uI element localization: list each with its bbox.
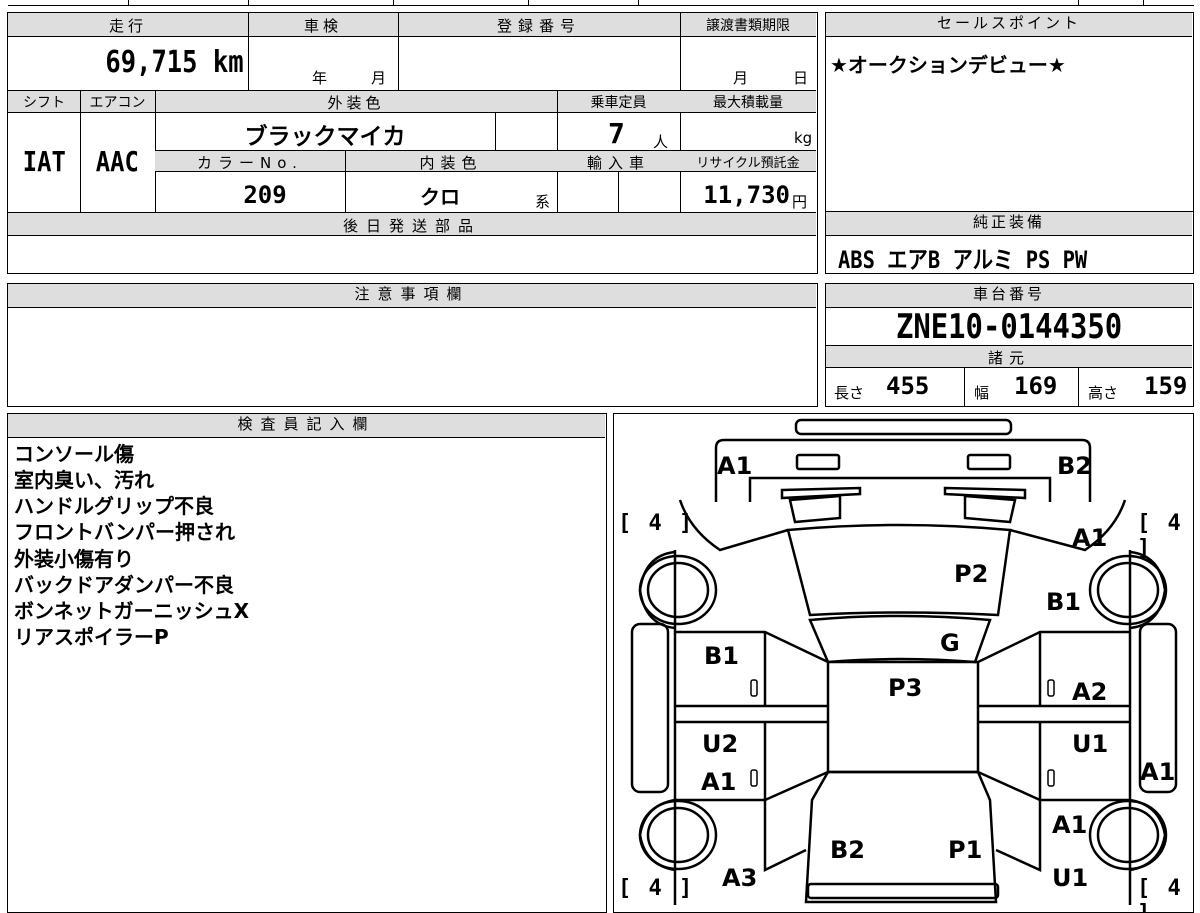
- label-roof: P3: [888, 674, 923, 702]
- shaken-label: 車検: [303, 17, 342, 35]
- exterior-color-value: ブラックマイカ: [244, 124, 406, 150]
- top-strip: [8, 0, 1194, 6]
- color-no-value: 209: [243, 181, 287, 209]
- inspector-line: コンソール傷: [14, 442, 134, 466]
- chassis-number: ZNE10-0144350: [895, 307, 1123, 347]
- chassis-box: 車台番号 ZNE10-0144350 諸元 長さ 455 幅 169 高さ 15…: [825, 283, 1194, 407]
- inspector-line: フロントバンパー押され: [14, 520, 235, 544]
- label-front-bumper-right: B2: [1057, 452, 1092, 480]
- interior-suffix: 系: [535, 193, 551, 211]
- specs-label: 諸元: [987, 349, 1030, 367]
- tire-rear-left: [ 4 ]: [618, 876, 695, 901]
- label-left-rear-door-1: U2: [702, 730, 739, 758]
- sales-point-label: セールスポイント: [826, 13, 1192, 37]
- vehicle-info-table: 走行 車検 登録番号 譲渡書類期限 69,715 km 年 月 月 日 シフト …: [7, 12, 818, 274]
- width-value: 169: [1014, 372, 1058, 400]
- inspector-line: リアスポイラーP: [14, 625, 169, 649]
- label-windshield: G: [940, 629, 960, 657]
- exterior-color-label: 外装色: [327, 94, 385, 112]
- registration-label: 登録番号: [496, 17, 581, 35]
- label-right-rear-door: U1: [1072, 730, 1109, 758]
- capacity-unit: 人: [653, 133, 669, 151]
- label-left-rear-door-2: A1: [701, 768, 737, 796]
- label-hood: P2: [954, 560, 989, 588]
- label-front-bumper-left: A1: [717, 452, 753, 480]
- tire-front-right: [ 4 ]: [1137, 511, 1183, 561]
- car-outline: [630, 418, 1177, 905]
- inspector-line: 外装小傷有り: [14, 547, 134, 571]
- car-diagram-box: [ 4 ] [ 4 ] [ 4 ] [ 4 ] A1 B2 P2 G P3 B2…: [613, 413, 1194, 913]
- max-load-label: 最大積載量: [713, 95, 783, 111]
- capacity-label: 乗車定員: [590, 95, 647, 111]
- shift-label: シフト: [23, 95, 65, 111]
- recycle-label: リサイクル預託金: [696, 156, 800, 171]
- interior-color-label: 内装色: [419, 154, 483, 172]
- mileage-unit: km: [213, 45, 244, 80]
- standard-equipment-label: 純正装備: [826, 212, 1192, 236]
- inspector-box: 検査員記入欄 コンソール傷 室内臭い、汚れ ハンドルグリップ不良 フロントバンパ…: [7, 413, 607, 913]
- import-label: 輸入車: [586, 154, 650, 172]
- deadline-month-unit: 月: [733, 69, 749, 87]
- notes-box: 注意事項欄: [7, 283, 818, 407]
- capacity-value: 7: [608, 117, 625, 150]
- shaken-year-unit: 年: [312, 69, 328, 87]
- label-rear-hatch: P1: [948, 836, 983, 864]
- label-right-rear-quarter-2: U1: [1052, 864, 1089, 892]
- transfer-deadline-label: 譲渡書類期限: [706, 18, 790, 34]
- label-right-front-door: A2: [1072, 678, 1108, 706]
- aircon-label: エアコン: [89, 95, 146, 111]
- aircon-value: AAC: [95, 145, 139, 178]
- label-right-rear-quarter-1: A1: [1052, 811, 1088, 839]
- standard-equipment-items: ABS エアB アルミ PS PW: [838, 246, 1088, 274]
- mileage-number: 69,715: [105, 45, 198, 80]
- color-no-label: カラーNo.: [197, 154, 303, 172]
- length-value: 455: [886, 372, 930, 400]
- inspector-line: 室内臭い、汚れ: [14, 468, 154, 492]
- inspector-line: ハンドルグリップ不良: [14, 494, 214, 518]
- mileage-label: 走行: [108, 17, 147, 35]
- inspector-line: ボンネットガーニッシュX: [14, 599, 250, 623]
- height-value: 159: [1144, 372, 1188, 400]
- interior-color-value: クロ: [420, 185, 460, 209]
- width-label: 幅: [974, 384, 990, 402]
- load-unit: kg: [794, 129, 813, 147]
- recycle-unit: 円: [792, 193, 808, 211]
- standard-equipment-box: 純正装備 ABS エアB アルミ PS PW: [825, 211, 1194, 274]
- label-rear-door-area: B2: [830, 836, 865, 864]
- shift-value: IAT: [22, 145, 66, 178]
- inspector-label: 検査員記入欄: [8, 414, 605, 438]
- deadline-day-unit: 日: [793, 69, 809, 87]
- label-left-front-door: B1: [704, 642, 739, 670]
- sales-point-box: セールスポイント ★オークションデビュー★: [825, 12, 1194, 212]
- recycle-fee-value: 11,730: [703, 181, 790, 209]
- height-label: 高さ: [1088, 384, 1119, 402]
- inspector-line: バックドアダンパー不良: [14, 573, 234, 597]
- notes-label: 注意事項欄: [8, 284, 816, 308]
- length-label: 長さ: [834, 384, 865, 402]
- tire-rear-right: [ 4 ]: [1137, 876, 1183, 912]
- label-right-front-fender-1: A1: [1072, 524, 1108, 552]
- label-right-front-fender-2: B1: [1046, 588, 1081, 616]
- chassis-label: 車台番号: [826, 284, 1192, 308]
- sales-point-text: ★オークションデビュー★: [830, 53, 1066, 77]
- label-left-rear-quarter: A3: [722, 864, 758, 892]
- tire-front-left: [ 4 ]: [618, 511, 695, 536]
- later-parts-label: 後日発送部品: [342, 217, 481, 235]
- shaken-month-unit: 月: [371, 69, 387, 87]
- mileage-value: 69,715 km: [8, 45, 244, 80]
- label-right-side-step: A1: [1140, 758, 1176, 786]
